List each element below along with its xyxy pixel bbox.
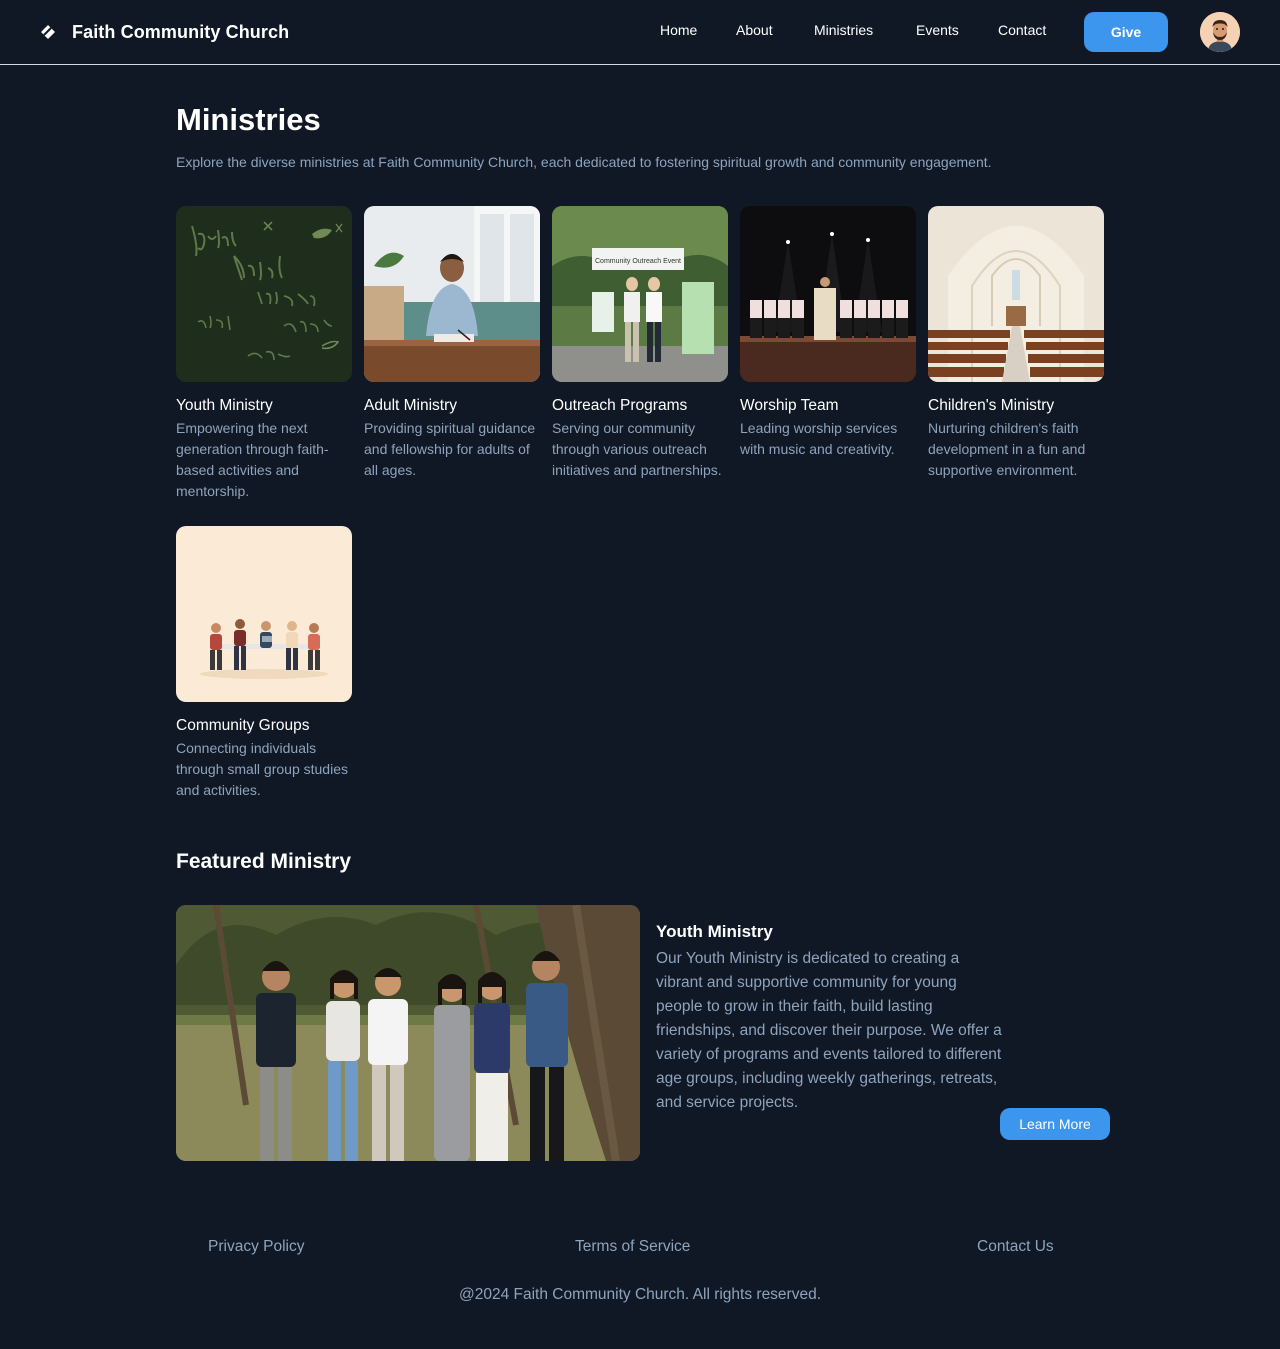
footer-terms-link[interactable]: Terms of Service bbox=[575, 1238, 690, 1256]
page-intro: Explore the diverse ministries at Faith … bbox=[176, 154, 992, 170]
youth-group-photo bbox=[176, 905, 640, 1161]
man-studying-image bbox=[364, 206, 540, 382]
user-avatar[interactable] bbox=[1200, 12, 1240, 52]
ministry-description: Nurturing children's faith development i… bbox=[928, 420, 1086, 478]
copyright-text: @2024 Faith Community Church. All rights… bbox=[458, 1286, 822, 1303]
small-group-illustration bbox=[176, 526, 352, 702]
page-title: Ministries bbox=[176, 102, 321, 137]
ministry-description: Leading worship services with music and … bbox=[740, 420, 898, 457]
brand-name: Faith Community Church bbox=[72, 21, 290, 42]
outreach-sign-text: Community Outreach Event bbox=[595, 258, 681, 265]
learn-more-button[interactable]: Learn More bbox=[1000, 1108, 1110, 1140]
ministry-title: Children's Ministry bbox=[928, 397, 1055, 414]
nav-home[interactable]: Home bbox=[660, 22, 697, 38]
nav-contact[interactable]: Contact bbox=[998, 22, 1046, 38]
site-header: Faith Community Church Home About Minist… bbox=[0, 0, 1280, 65]
ministry-title: Community Groups bbox=[176, 717, 310, 734]
footer-contact-link[interactable]: Contact Us bbox=[977, 1238, 1054, 1256]
chalkboard-youth-image bbox=[176, 206, 352, 382]
nav-about[interactable]: About bbox=[736, 22, 773, 38]
give-button[interactable]: Give bbox=[1084, 12, 1168, 52]
ministry-description: Providing spiritual guidance and fellows… bbox=[364, 420, 536, 478]
ministry-card-community[interactable]: Community Groups Connecting individuals … bbox=[176, 526, 352, 801]
nav-ministries[interactable]: Ministries bbox=[814, 22, 873, 38]
church-interior-image bbox=[928, 206, 1104, 382]
ministry-card-worship[interactable]: Worship Team Leading worship services wi… bbox=[740, 206, 916, 460]
footer-privacy-link[interactable]: Privacy Policy bbox=[208, 1238, 304, 1256]
ministry-title: Adult Ministry bbox=[364, 397, 458, 414]
choir-stage-image bbox=[740, 206, 916, 382]
featured-ministry-name: Youth Ministry bbox=[656, 922, 773, 941]
ministry-title: Outreach Programs bbox=[552, 397, 688, 414]
ministry-card-youth[interactable]: Youth Ministry Empowering the next gener… bbox=[176, 206, 352, 502]
church-logo-icon bbox=[40, 24, 56, 40]
outreach-event-image: Community Outreach Event bbox=[552, 206, 728, 382]
ministry-description: Connecting individuals through small gro… bbox=[176, 740, 348, 798]
ministry-card-adult[interactable]: Adult Ministry Providing spiritual guida… bbox=[364, 206, 540, 481]
ministry-description: Serving our community through various ou… bbox=[552, 420, 722, 478]
ministry-title: Youth Ministry bbox=[176, 397, 273, 414]
nav-events[interactable]: Events bbox=[916, 22, 959, 38]
brand[interactable]: Faith Community Church bbox=[40, 20, 289, 44]
ministry-card-children[interactable]: Children's Ministry Nurturing children's… bbox=[928, 206, 1104, 481]
featured-ministry-description: Our Youth Ministry is dedicated to creat… bbox=[656, 950, 1002, 1111]
featured-section-title: Featured Ministry bbox=[176, 850, 352, 873]
ministry-card-outreach[interactable]: Community Outreach Event Outreach Progra… bbox=[552, 206, 728, 481]
ministry-title: Worship Team bbox=[740, 397, 839, 414]
ministry-description: Empowering the next generation through f… bbox=[176, 420, 329, 499]
